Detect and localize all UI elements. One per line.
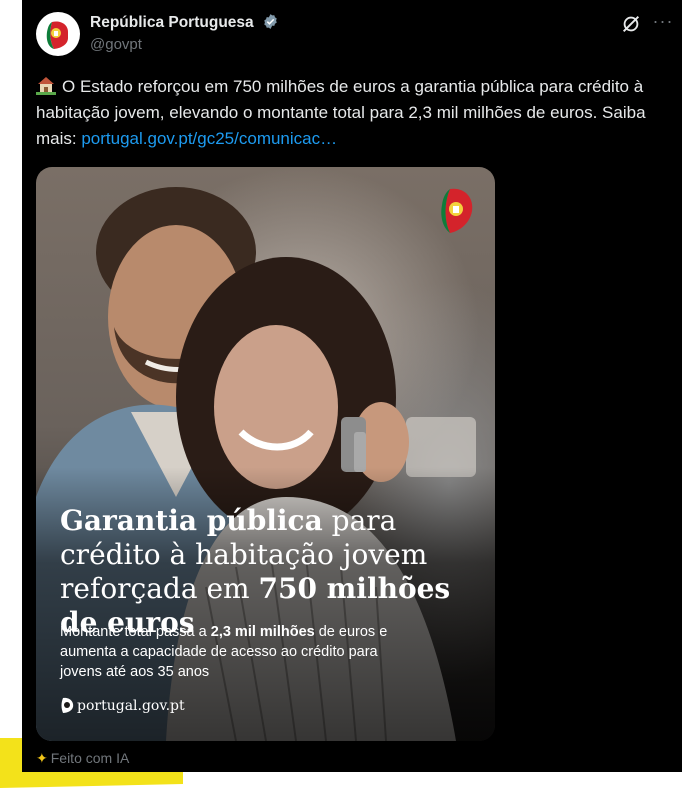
ai-note[interactable]: ✦ Feito com IA bbox=[36, 750, 129, 767]
post-link[interactable]: portugal.gov.pt/gc25/comunicac… bbox=[81, 129, 337, 148]
verified-badge-icon bbox=[264, 14, 277, 29]
image-headline: Garantia pública para crédito à habitaçã… bbox=[60, 504, 480, 640]
display-name-text[interactable]: República Portuguesa bbox=[90, 14, 254, 31]
headline-bold-1: Garantia pública bbox=[60, 504, 323, 537]
image-site-label: portugal.gov.pt bbox=[60, 697, 185, 714]
subtext-part-1: Montante total passa a bbox=[60, 624, 211, 640]
image-subtext: Montante total passa a 2,3 mil milhões d… bbox=[60, 622, 390, 682]
post-image[interactable]: Garantia pública para crédito à habitaçã… bbox=[36, 167, 495, 741]
post-text: O Estado reforçou em 750 milhões de euro… bbox=[36, 74, 666, 152]
portugal-logo-icon bbox=[441, 188, 473, 233]
portugal-emblem-icon bbox=[46, 21, 68, 49]
avatar[interactable] bbox=[36, 12, 80, 56]
portugal-gov-icon bbox=[61, 697, 74, 713]
subtext-bold: 2,3 mil milhões bbox=[210, 624, 315, 640]
post-card[interactable]: República Portuguesa @govpt ··· O Estado… bbox=[22, 0, 682, 772]
account-handle[interactable]: @govpt bbox=[90, 36, 142, 53]
grok-icon[interactable] bbox=[620, 13, 642, 35]
display-name[interactable]: República Portuguesa bbox=[90, 13, 279, 32]
more-icon[interactable]: ··· bbox=[652, 12, 674, 34]
site-text: portugal.gov.pt bbox=[77, 698, 185, 714]
sparkle-icon: ✦ bbox=[36, 750, 48, 766]
house-with-garden-icon bbox=[36, 77, 56, 95]
ai-note-text[interactable]: Feito com IA bbox=[51, 750, 130, 766]
